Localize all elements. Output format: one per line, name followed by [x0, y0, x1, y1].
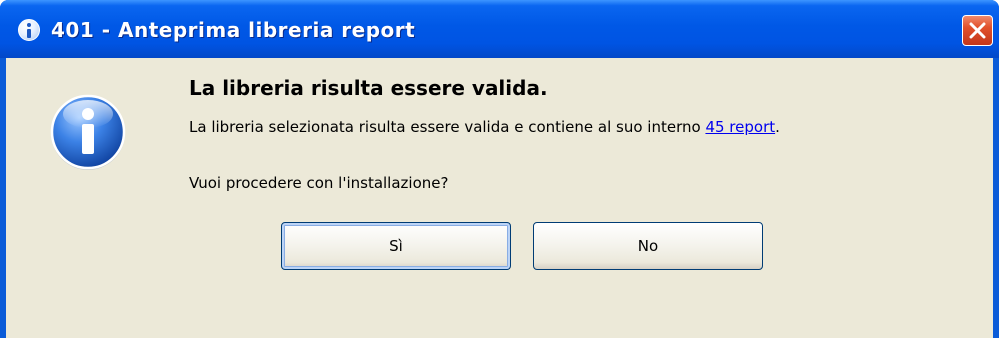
info-icon [50, 94, 126, 170]
window-title: 401 - Anteprima libreria report [51, 18, 416, 42]
dialog-message: La libreria selezionata risulta essere v… [189, 118, 780, 136]
yes-button[interactable]: Sì [281, 222, 511, 270]
close-icon [969, 22, 986, 39]
report-count-link[interactable]: 45 report [705, 118, 775, 136]
message-text: La libreria selezionata risulta essere v… [189, 118, 706, 136]
close-button[interactable] [962, 15, 993, 46]
no-button[interactable]: No [533, 222, 763, 270]
title-bar[interactable]: 401 - Anteprima libreria report [0, 0, 999, 58]
dialog-question: Vuoi procedere con l'installazione? [189, 174, 449, 192]
dialog-window: 401 - Anteprima libreria report La libre… [0, 0, 999, 338]
dialog-body: La libreria risulta essere valida. La li… [6, 58, 993, 338]
info-icon [18, 19, 40, 41]
message-end: . [775, 118, 780, 136]
dialog-heading: La libreria risulta essere valida. [189, 76, 548, 100]
no-button-label: No [637, 237, 659, 255]
yes-button-label: Sì [389, 237, 403, 255]
